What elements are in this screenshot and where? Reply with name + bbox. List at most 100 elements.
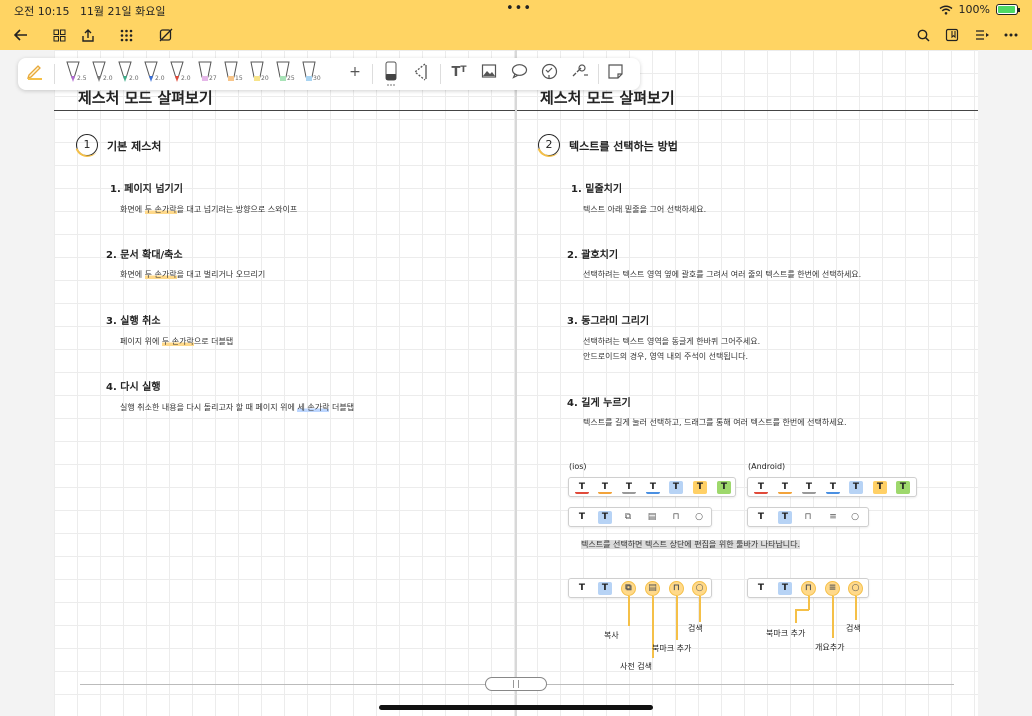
highlight-yellow[interactable]: T — [873, 481, 887, 494]
callout-dictionary: 사전 검색 — [620, 662, 652, 671]
highlighter-4[interactable]: 25 — [272, 60, 295, 88]
multitask-dots[interactable]: ••• — [506, 1, 532, 16]
list-item-description: 선택하려는 텍스트 영역 옆에 괄호를 그려서 여러 줄의 텍스트를 한번에 선… — [583, 270, 862, 279]
android-label: (Android) — [748, 462, 786, 471]
text-color-gray[interactable]: T — [802, 481, 816, 494]
bookmark-icon[interactable]: ⊓ — [801, 581, 816, 596]
text-tool-icon[interactable]: TT — [448, 65, 470, 93]
section-title: 기본 제스처 — [107, 140, 162, 153]
status-bar: 오전 10:15 11월 21일 화요일 ••• 100% — [0, 0, 1032, 20]
eraser-icon[interactable] — [380, 60, 402, 88]
highlight-button[interactable]: T — [598, 582, 612, 595]
image-icon[interactable] — [478, 63, 500, 91]
copy-icon[interactable]: ⧉ — [621, 581, 636, 596]
apps-icon[interactable] — [115, 24, 137, 46]
bookmark-icon[interactable] — [941, 24, 963, 46]
callout-search: 검색 — [846, 624, 861, 633]
highlighter-size: 20 — [261, 75, 269, 82]
edit-off-icon[interactable] — [155, 24, 177, 46]
highlight-blue[interactable]: T — [669, 481, 683, 494]
highlighter-2[interactable]: 15 — [220, 60, 243, 88]
status-right: 100% — [939, 3, 1020, 16]
pen-tip — [123, 76, 127, 82]
pen-toolbar: 2.5 2.0 2.0 2.0 2.0 27 15 20 25 30 + T T — [18, 58, 640, 90]
left-title-rule — [54, 110, 515, 111]
comment-icon[interactable] — [508, 63, 530, 91]
highlighter-size: 27 — [209, 75, 217, 82]
text-style-button[interactable]: T — [575, 511, 589, 524]
battery-percent: 100% — [958, 3, 990, 16]
home-indicator[interactable] — [379, 705, 653, 710]
pen-mode-icon[interactable] — [24, 62, 46, 90]
callout-line — [795, 609, 809, 611]
copy-icon[interactable]: ⧉ — [621, 511, 635, 524]
text-color-blue[interactable]: T — [826, 481, 840, 494]
text-color-blue[interactable]: T — [646, 481, 660, 494]
pen-1[interactable]: 2.5 — [62, 60, 87, 88]
callout-line — [628, 596, 630, 626]
bookmark-icon[interactable]: ⊓ — [669, 511, 683, 524]
highlight-green[interactable]: T — [717, 481, 731, 494]
highlight-green[interactable]: T — [896, 481, 910, 494]
outline-icon[interactable]: ≡ — [825, 581, 840, 596]
pen-4[interactable]: 2.0 — [140, 60, 165, 88]
search-icon[interactable] — [912, 24, 934, 46]
pen-size: 2.0 — [155, 75, 165, 82]
battery-icon — [996, 4, 1020, 15]
dictionary-icon[interactable]: ▤ — [645, 581, 660, 596]
back-arrow-icon[interactable] — [10, 24, 32, 46]
popup-note: 텍스트를 선택하면 텍스트 상단에 편집을 위한 툴바가 나타납니다. — [581, 540, 801, 549]
text-color-gray[interactable]: T — [622, 481, 636, 494]
list-item-heading: 4. 길게 누르기 — [567, 398, 631, 409]
list-item-description: 텍스트를 길게 눌러 선택하고, 드래그를 통해 여러 텍스트를 한번에 선택하… — [583, 418, 847, 427]
pen-tip — [149, 76, 153, 82]
pen-2[interactable]: 2.0 — [88, 60, 113, 88]
highlight-yellow[interactable]: T — [693, 481, 707, 494]
search-icon[interactable]: ○ — [848, 511, 862, 524]
text-color-orange[interactable]: T — [598, 481, 612, 494]
right-title-rule — [517, 110, 978, 111]
share-icon[interactable] — [77, 24, 99, 46]
highlight-blue[interactable]: T — [849, 481, 863, 494]
ios-action-popup: T T ⧉ ▤ ⊓ ○ — [568, 507, 712, 527]
text-style-button[interactable]: T — [575, 582, 589, 595]
highlight-button[interactable]: T — [778, 582, 792, 595]
highlighter-5[interactable]: 30 — [298, 60, 321, 88]
pen-size: 2.0 — [129, 75, 139, 82]
highlighter-3[interactable]: 20 — [246, 60, 269, 88]
bookmark-icon[interactable]: ⊓ — [669, 581, 684, 596]
page-spine — [515, 50, 517, 716]
page-split-handle[interactable]: | | — [485, 677, 547, 691]
lasso-icon[interactable] — [410, 62, 432, 90]
outline-icon[interactable]: ≡ — [826, 511, 840, 524]
dictionary-icon[interactable]: ▤ — [645, 511, 659, 524]
pen-5[interactable]: 2.0 — [166, 60, 191, 88]
callout-copy: 복사 — [604, 631, 619, 640]
bookmark-icon[interactable]: ⊓ — [801, 511, 815, 524]
grid-view-icon[interactable] — [48, 24, 70, 46]
highlighter-1[interactable]: 27 — [194, 60, 217, 88]
outline-icon[interactable] — [971, 24, 993, 46]
list-item-description: 안드로이드의 경우, 영역 내의 주석이 선택됩니다. — [583, 352, 748, 361]
android-action-popup: T T ⊓ ≡ ○ — [747, 507, 869, 527]
text-color-red[interactable]: T — [575, 481, 589, 494]
list-item-heading: 1. 페이지 넘기기 — [110, 184, 183, 195]
toolbar-divider — [598, 64, 599, 84]
pen-3[interactable]: 2.0 — [114, 60, 139, 88]
highlighter-tip — [202, 76, 208, 81]
text-style-button[interactable]: T — [754, 511, 768, 524]
search-icon[interactable]: ○ — [692, 511, 706, 524]
pen-size: 2.0 — [181, 75, 191, 82]
text-color-orange[interactable]: T — [778, 481, 792, 494]
highlighter-size: 30 — [313, 75, 321, 82]
search-icon[interactable]: ○ — [692, 581, 707, 596]
text-style-button[interactable]: T — [754, 582, 768, 595]
callout-line — [855, 596, 857, 620]
search-icon[interactable]: ○ — [848, 581, 863, 596]
text-color-red[interactable]: T — [754, 481, 768, 494]
highlighter-size: 25 — [287, 75, 295, 82]
more-icon[interactable] — [1000, 24, 1022, 46]
highlight-button[interactable]: T — [598, 511, 612, 524]
add-pen-button[interactable]: + — [346, 64, 364, 92]
highlight-button[interactable]: T — [778, 511, 792, 524]
